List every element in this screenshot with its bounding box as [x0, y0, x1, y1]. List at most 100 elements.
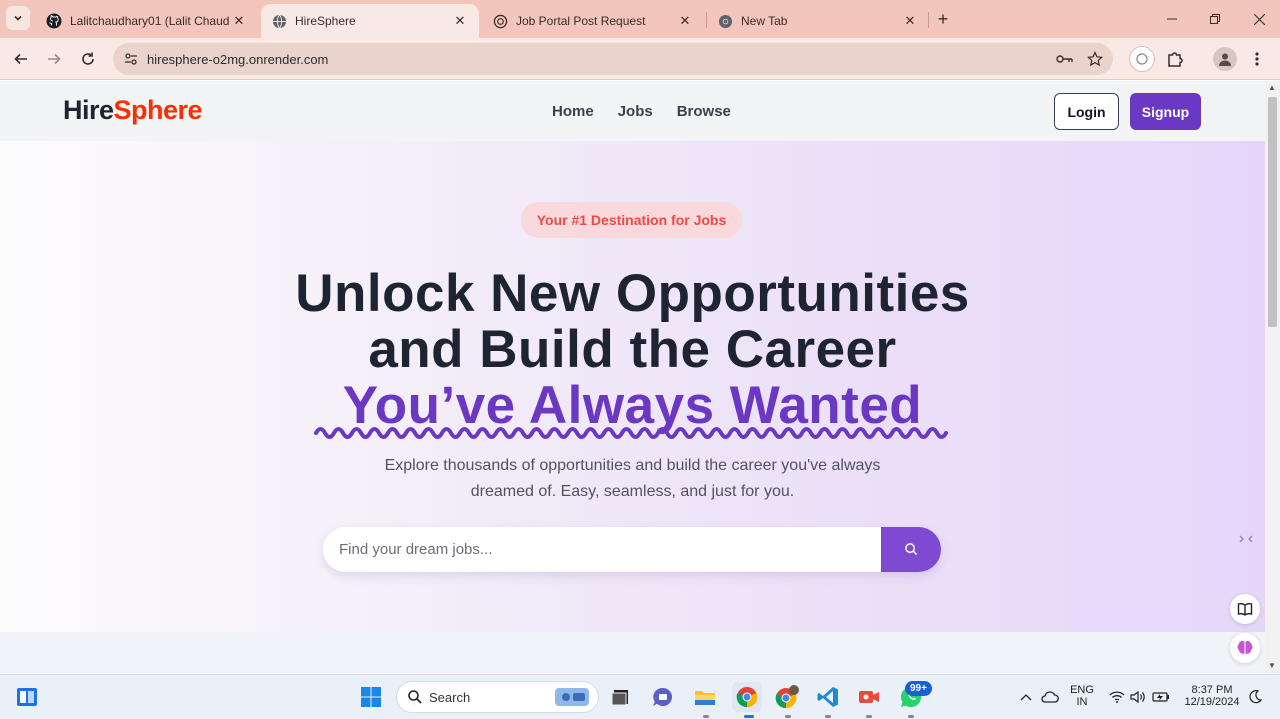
arrow-right-icon [48, 53, 61, 65]
ai-brain-icon[interactable] [1230, 633, 1260, 663]
tagline-badge: Your #1 Destination for Jobs [521, 202, 742, 238]
forward-button[interactable] [42, 47, 66, 71]
bookmark-star-icon[interactable] [1083, 47, 1107, 71]
scroll-up-arrow-icon[interactable]: ▲ [1268, 83, 1276, 92]
tab-title: HireSphere [295, 14, 356, 28]
battery-icon[interactable] [1150, 683, 1172, 711]
task-view-icon[interactable] [607, 683, 635, 711]
site-navbar: HireSphere Home Jobs Browse Login Signup [0, 81, 1265, 141]
hero-section: Your #1 Destination for Jobs Unlock New … [0, 141, 1265, 632]
site-info-icon[interactable] [119, 47, 143, 71]
minimize-icon [1167, 18, 1177, 20]
windows-taskbar: Search 99+ ENG IN 8:37 PM 12/19/2024 [0, 674, 1280, 719]
job-search-input[interactable] [339, 527, 879, 572]
browser-menu-button[interactable] [1245, 47, 1269, 71]
subtitle-line-1: Explore thousands of opportunities and b… [384, 457, 881, 474]
whatsapp-notification-badge: 99+ [905, 681, 932, 696]
taskbar-search-label: Search [429, 689, 471, 705]
vscode-icon[interactable] [814, 683, 842, 711]
login-button[interactable]: Login [1054, 93, 1119, 130]
new-tab-button[interactable]: + [932, 8, 954, 30]
tab-search-button[interactable] [6, 6, 30, 30]
taskbar-search[interactable]: Search [396, 681, 599, 713]
arrow-left-icon [14, 53, 27, 65]
screen-recorder-icon[interactable] [855, 683, 883, 711]
address-bar[interactable]: hiresphere-o2mg.onrender.com [113, 43, 1113, 75]
main-nav: Home Jobs Browse [552, 103, 755, 120]
focus-moon-icon[interactable] [1244, 683, 1266, 711]
reload-button[interactable] [76, 47, 100, 71]
windows-start-icon[interactable] [357, 683, 385, 711]
search-highlight-icon [555, 688, 589, 706]
tab-new-tab[interactable]: New Tab ✕ [707, 4, 929, 38]
close-tab-icon[interactable]: ✕ [676, 13, 694, 29]
clock-time: 8:37 PM [1191, 684, 1233, 696]
github-icon [46, 13, 62, 29]
volume-icon[interactable] [1127, 683, 1149, 711]
restore-button[interactable] [1205, 9, 1225, 29]
running-indicator [825, 715, 831, 718]
subtitle-line-2: dreamed of. Easy, seamless, and just for… [470, 483, 795, 500]
scrollbar-thumb[interactable] [1268, 97, 1277, 327]
extensions-puzzle-icon[interactable] [1163, 47, 1187, 71]
squiggle-underline [314, 427, 948, 439]
restore-icon [1210, 14, 1220, 24]
globe-icon [271, 13, 287, 29]
url-text: hiresphere-o2mg.onrender.com [147, 51, 329, 67]
tab-title: Lalitchaudhary01 (Lalit Chaudha [70, 14, 230, 28]
search-icon [904, 543, 917, 556]
teams-chat-icon[interactable] [649, 683, 677, 711]
close-tab-icon[interactable]: ✕ [230, 13, 248, 29]
running-indicator [908, 715, 914, 718]
language-indicator[interactable]: ENG IN [1066, 684, 1098, 708]
reload-icon [82, 52, 94, 65]
site-logo[interactable]: HireSphere [63, 95, 203, 126]
search-icon [408, 690, 422, 704]
scroll-down-arrow-icon[interactable]: ▼ [1268, 661, 1276, 670]
widgets-icon[interactable] [13, 683, 41, 711]
extension-icon[interactable] [1129, 46, 1155, 72]
show-hidden-icons-chevron-icon[interactable] [1015, 683, 1037, 711]
wifi-icon[interactable] [1106, 683, 1128, 711]
clock-date: 12/19/2024 [1184, 696, 1240, 708]
back-button[interactable] [9, 47, 33, 71]
nav-jobs[interactable]: Jobs [618, 103, 653, 120]
running-indicator [785, 715, 791, 718]
page-scrollbar[interactable]: ▲ ▼ [1265, 81, 1280, 674]
close-tab-icon[interactable]: ✕ [901, 13, 919, 29]
file-explorer-icon[interactable] [691, 683, 719, 711]
close-window-button[interactable] [1249, 9, 1269, 29]
reading-mode-icon[interactable] [1230, 594, 1260, 624]
nav-browse[interactable]: Browse [677, 103, 731, 120]
running-indicator [866, 715, 872, 718]
tab-title: New Tab [741, 14, 788, 28]
job-search-bar [323, 527, 941, 572]
chrome-icon [717, 13, 733, 29]
logo-part-sphere: Sphere [113, 95, 203, 125]
tab-separator [928, 12, 929, 28]
tab-hiresphere[interactable]: HireSphere ✕ [261, 4, 479, 38]
openai-icon [492, 13, 508, 29]
region-code: IN [1076, 696, 1088, 708]
headline-line-2: and Build the Career [368, 320, 897, 379]
logo-part-hire: Hire [63, 95, 114, 125]
signup-button[interactable]: Signup [1130, 93, 1201, 130]
tab-job-portal[interactable]: Job Portal Post Request ✕ [482, 4, 704, 38]
collapse-panel-icon[interactable] [1231, 524, 1261, 554]
profile-avatar[interactable] [1213, 47, 1237, 71]
running-indicator [744, 715, 754, 718]
onedrive-cloud-icon[interactable] [1038, 683, 1062, 711]
password-key-icon[interactable] [1053, 47, 1077, 71]
minimize-button[interactable] [1162, 9, 1182, 29]
kebab-menu-icon [1255, 52, 1259, 66]
chevron-down-icon [14, 15, 22, 21]
browser-toolbar: hiresphere-o2mg.onrender.com [0, 38, 1280, 80]
chrome-profile-taskbar-icon[interactable] [773, 683, 801, 711]
chrome-taskbar-icon[interactable] [732, 682, 762, 712]
search-button[interactable] [881, 527, 941, 572]
next-section [0, 632, 1265, 674]
tab-github[interactable]: Lalitchaudhary01 (Lalit Chaudha ✕ [36, 4, 258, 38]
close-tab-icon[interactable]: ✕ [451, 13, 469, 29]
clock[interactable]: 8:37 PM 12/19/2024 [1180, 684, 1244, 708]
nav-home[interactable]: Home [552, 103, 594, 120]
